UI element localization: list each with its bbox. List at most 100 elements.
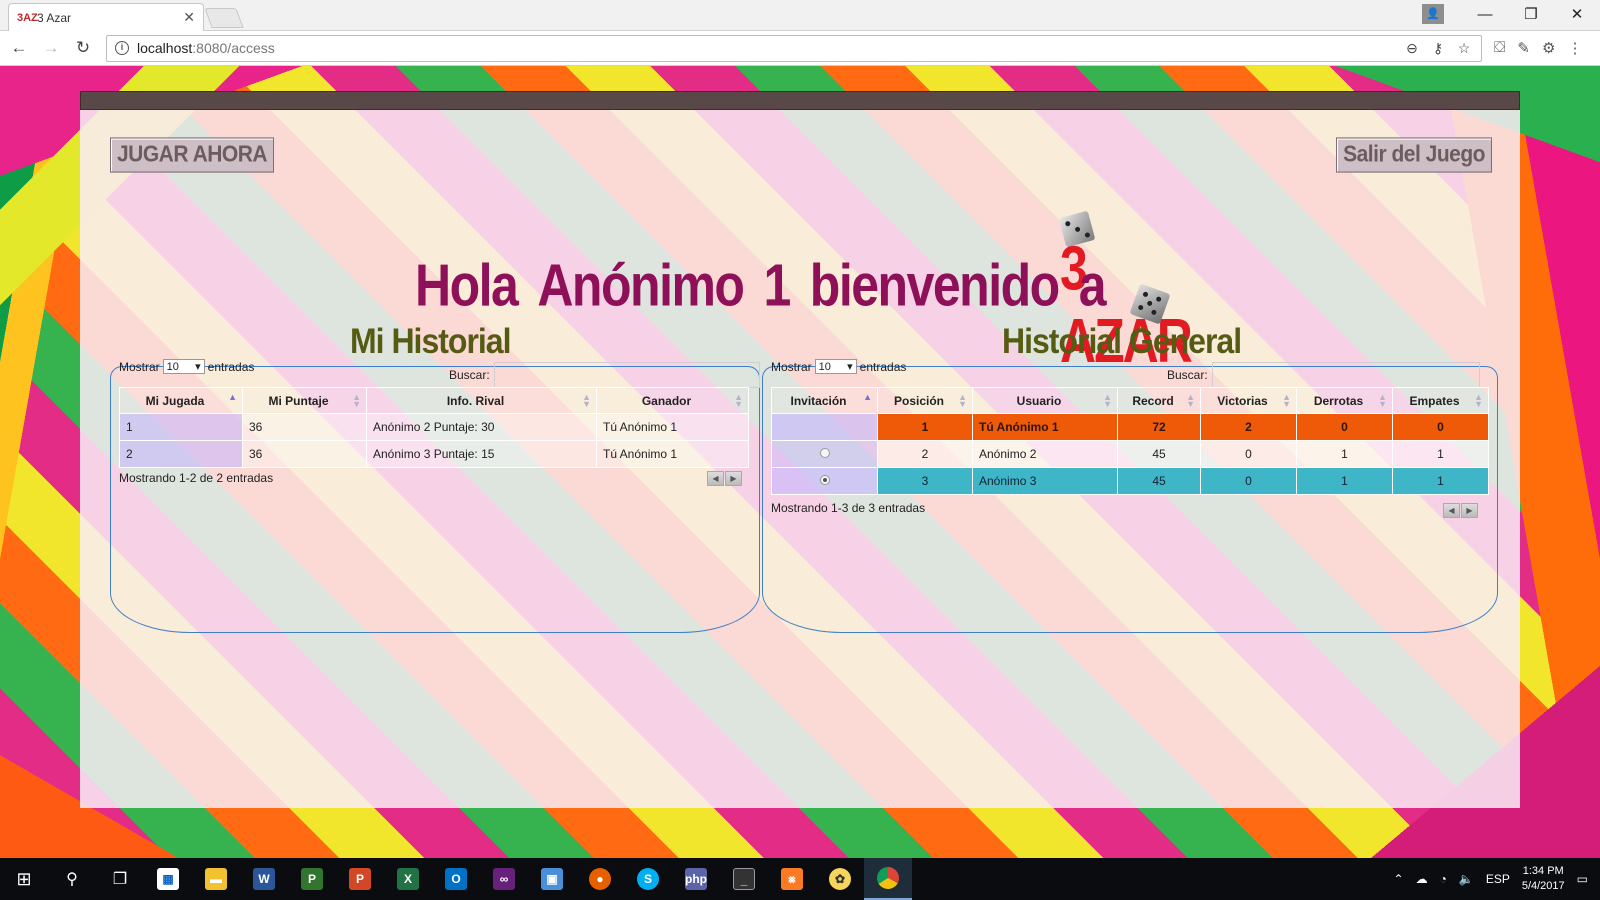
column-header[interactable]: Record ▲ ▼ — [1117, 387, 1201, 414]
key-icon[interactable]: ⚷ — [1429, 40, 1447, 57]
sort-icon: ▲ ▼ — [1474, 392, 1483, 409]
volume-icon[interactable]: 🔈 — [1459, 872, 1474, 886]
start-icon[interactable]: ⊞ — [0, 858, 48, 900]
column-header[interactable]: Usuario ▲ ▼ — [972, 387, 1118, 414]
column-header[interactable]: Derrotas ▲ ▼ — [1296, 387, 1393, 414]
notifications-icon[interactable]: ▭ — [1577, 872, 1588, 886]
system-tray: ⌃ ☁ ◔ 🔈 ESP 1:34 PM 5/4/2017 ▭ — [1394, 858, 1600, 900]
column-header[interactable]: Info. Rival ▲ ▼ — [366, 387, 597, 414]
reload-icon[interactable]: ↻ — [70, 38, 96, 58]
forward-icon[interactable]: → — [38, 38, 64, 58]
file-explorer-icon[interactable]: ▬ — [192, 858, 240, 900]
chevron-up-icon[interactable]: ⌃ — [1394, 872, 1404, 886]
project-icon[interactable]: P — [288, 858, 336, 900]
page-size-select[interactable]: 10 ▾ — [814, 359, 857, 374]
general-history-container: Mostrar 10 ▾ entradas Buscar: Invitación ▲… — [762, 359, 1498, 633]
excel-icon[interactable]: X — [384, 858, 432, 900]
exit-game-button[interactable]: Salir del Juego — [1336, 137, 1492, 173]
column-header[interactable]: Mi Puntaje ▲ ▼ — [242, 387, 367, 414]
minimize-icon[interactable]: — — [1462, 6, 1508, 23]
store-icon[interactable]: ▦ — [144, 858, 192, 900]
column-header[interactable]: Posición ▲ ▼ — [877, 387, 973, 414]
language-indicator[interactable]: ESP — [1486, 872, 1510, 886]
wifi-icon[interactable]: ◔ — [1440, 872, 1447, 886]
column-header[interactable]: Empates ▲ ▼ — [1392, 387, 1489, 414]
next-page-icon[interactable]: ▶ — [725, 471, 742, 486]
column-header[interactable]: Mi Jugada ▲ — [119, 387, 243, 414]
task-view-icon[interactable]: ❐ — [96, 858, 144, 900]
outlook-icon[interactable]: O — [432, 858, 480, 900]
search-control: Buscar: — [1167, 362, 1480, 388]
table-cell: 0 — [1200, 467, 1297, 495]
extension-pen-icon[interactable]: ✎ — [1517, 39, 1530, 57]
tab-close-icon[interactable]: ✕ — [183, 9, 195, 26]
table-cell: 1 — [877, 413, 973, 441]
browser-tab[interactable]: 3AZ 3 Azar ✕ — [8, 3, 204, 31]
tab-title: 3 Azar — [37, 10, 72, 25]
next-page-icon[interactable]: ▶ — [1461, 503, 1478, 518]
sort-icon: ▲ ▼ — [1282, 392, 1291, 409]
paint-icon[interactable]: ▣ — [528, 858, 576, 900]
duck-icon[interactable]: ✿ — [816, 858, 864, 900]
page-background: JUGAR AHORA Salir del Juego 3 AZAR Hola A… — [0, 66, 1600, 858]
general-history-footer: Mostrando 1-3 de 3 entradas — [771, 501, 926, 515]
sort-icon: ▲ ▼ — [1186, 392, 1195, 409]
url-host: localhost — [137, 40, 193, 56]
extension-bag-icon[interactable]: ⛋ — [1494, 39, 1505, 57]
back-icon[interactable]: ← — [6, 38, 32, 58]
terminal-icon[interactable]: _ — [720, 858, 768, 900]
prev-page-icon[interactable]: ◀ — [1443, 503, 1460, 518]
new-tab-button[interactable] — [204, 8, 244, 28]
firefox-icon[interactable]: ● — [576, 858, 624, 900]
welcome-word: a — [1078, 252, 1107, 319]
browser-tabbar: 3AZ 3 Azar ✕ 👤 — ❐ ✕ — [0, 0, 1600, 31]
address-bar[interactable]: i localhost:8080/access ⊖ ⚷ ☆ — [106, 34, 1482, 62]
table-cell: 36 — [242, 413, 367, 441]
column-header[interactable]: Ganador ▲ ▼ — [596, 387, 749, 414]
bookmark-star-icon[interactable]: ☆ — [1455, 40, 1473, 57]
php-icon[interactable]: php — [672, 858, 720, 900]
page-size-select[interactable]: 10 ▾ — [162, 359, 205, 374]
zoom-icon[interactable]: ⊖ — [1403, 40, 1421, 57]
restore-icon[interactable]: ❐ — [1508, 5, 1554, 23]
welcome-user: Anónimo — [537, 252, 745, 319]
general-history-table: Invitación ▲ Posición ▲ ▼ Usuario ▲ ▼ Record ▲… — [771, 387, 1489, 495]
sort-asc-icon: ▲ — [863, 392, 872, 402]
extension-gear-icon[interactable]: ⚙ — [1542, 39, 1555, 57]
show-label: Mostrar — [771, 359, 812, 374]
skype-icon[interactable]: S — [624, 858, 672, 900]
general-history-search-input[interactable] — [1211, 362, 1480, 388]
clock[interactable]: 1:34 PM 5/4/2017 — [1522, 864, 1565, 894]
table-row[interactable]: 2 Anónimo 2 45 0 1 1 — [771, 440, 1489, 468]
play-now-button[interactable]: JUGAR AHORA — [110, 137, 275, 173]
word-icon[interactable]: W — [240, 858, 288, 900]
table-cell: 0 — [1392, 413, 1489, 441]
invite-radio[interactable] — [819, 448, 830, 458]
table-cell: 1 — [1296, 467, 1393, 495]
search-icon[interactable]: ⚲ — [48, 858, 96, 900]
table-cell: 1 — [1392, 467, 1489, 495]
my-history-search-input[interactable] — [493, 362, 760, 388]
table-row-selected[interactable]: 3 Anónimo 3 45 0 1 1 — [771, 467, 1489, 495]
window-controls: 👤 — ❐ ✕ — [1422, 0, 1600, 28]
cloud-icon[interactable]: ☁ — [1416, 872, 1428, 886]
url-text[interactable]: localhost:8080/access — [137, 40, 1395, 56]
xampp-icon[interactable]: ⨳ — [768, 858, 816, 900]
profile-icon[interactable]: 👤 — [1422, 4, 1444, 24]
column-header[interactable]: Invitación ▲ — [771, 387, 878, 414]
my-history-title: Mi Historial — [350, 321, 511, 361]
invite-radio-selected[interactable] — [819, 475, 830, 485]
table-cell: 1 — [1296, 440, 1393, 468]
close-window-icon[interactable]: ✕ — [1554, 5, 1600, 23]
table-row-self[interactable]: 1 Tú Anónimo 1 72 2 0 0 — [771, 413, 1489, 441]
visual-studio-icon[interactable]: ∞ — [480, 858, 528, 900]
column-header[interactable]: Victorias ▲ ▼ — [1200, 387, 1297, 414]
menu-icon[interactable]: ⋮ — [1567, 39, 1582, 57]
info-icon[interactable]: i — [115, 41, 129, 55]
powerpoint-icon[interactable]: P — [336, 858, 384, 900]
table-cell: 1 — [119, 413, 243, 441]
prev-page-icon[interactable]: ◀ — [707, 471, 724, 486]
table-row[interactable]: 1 36 Anónimo 2 Puntaje: 30 Tú Anónimo 1 — [119, 413, 749, 441]
chrome-icon[interactable] — [864, 858, 912, 900]
table-row[interactable]: 2 36 Anónimo 3 Puntaje: 15 Tú Anónimo 1 — [119, 440, 749, 468]
